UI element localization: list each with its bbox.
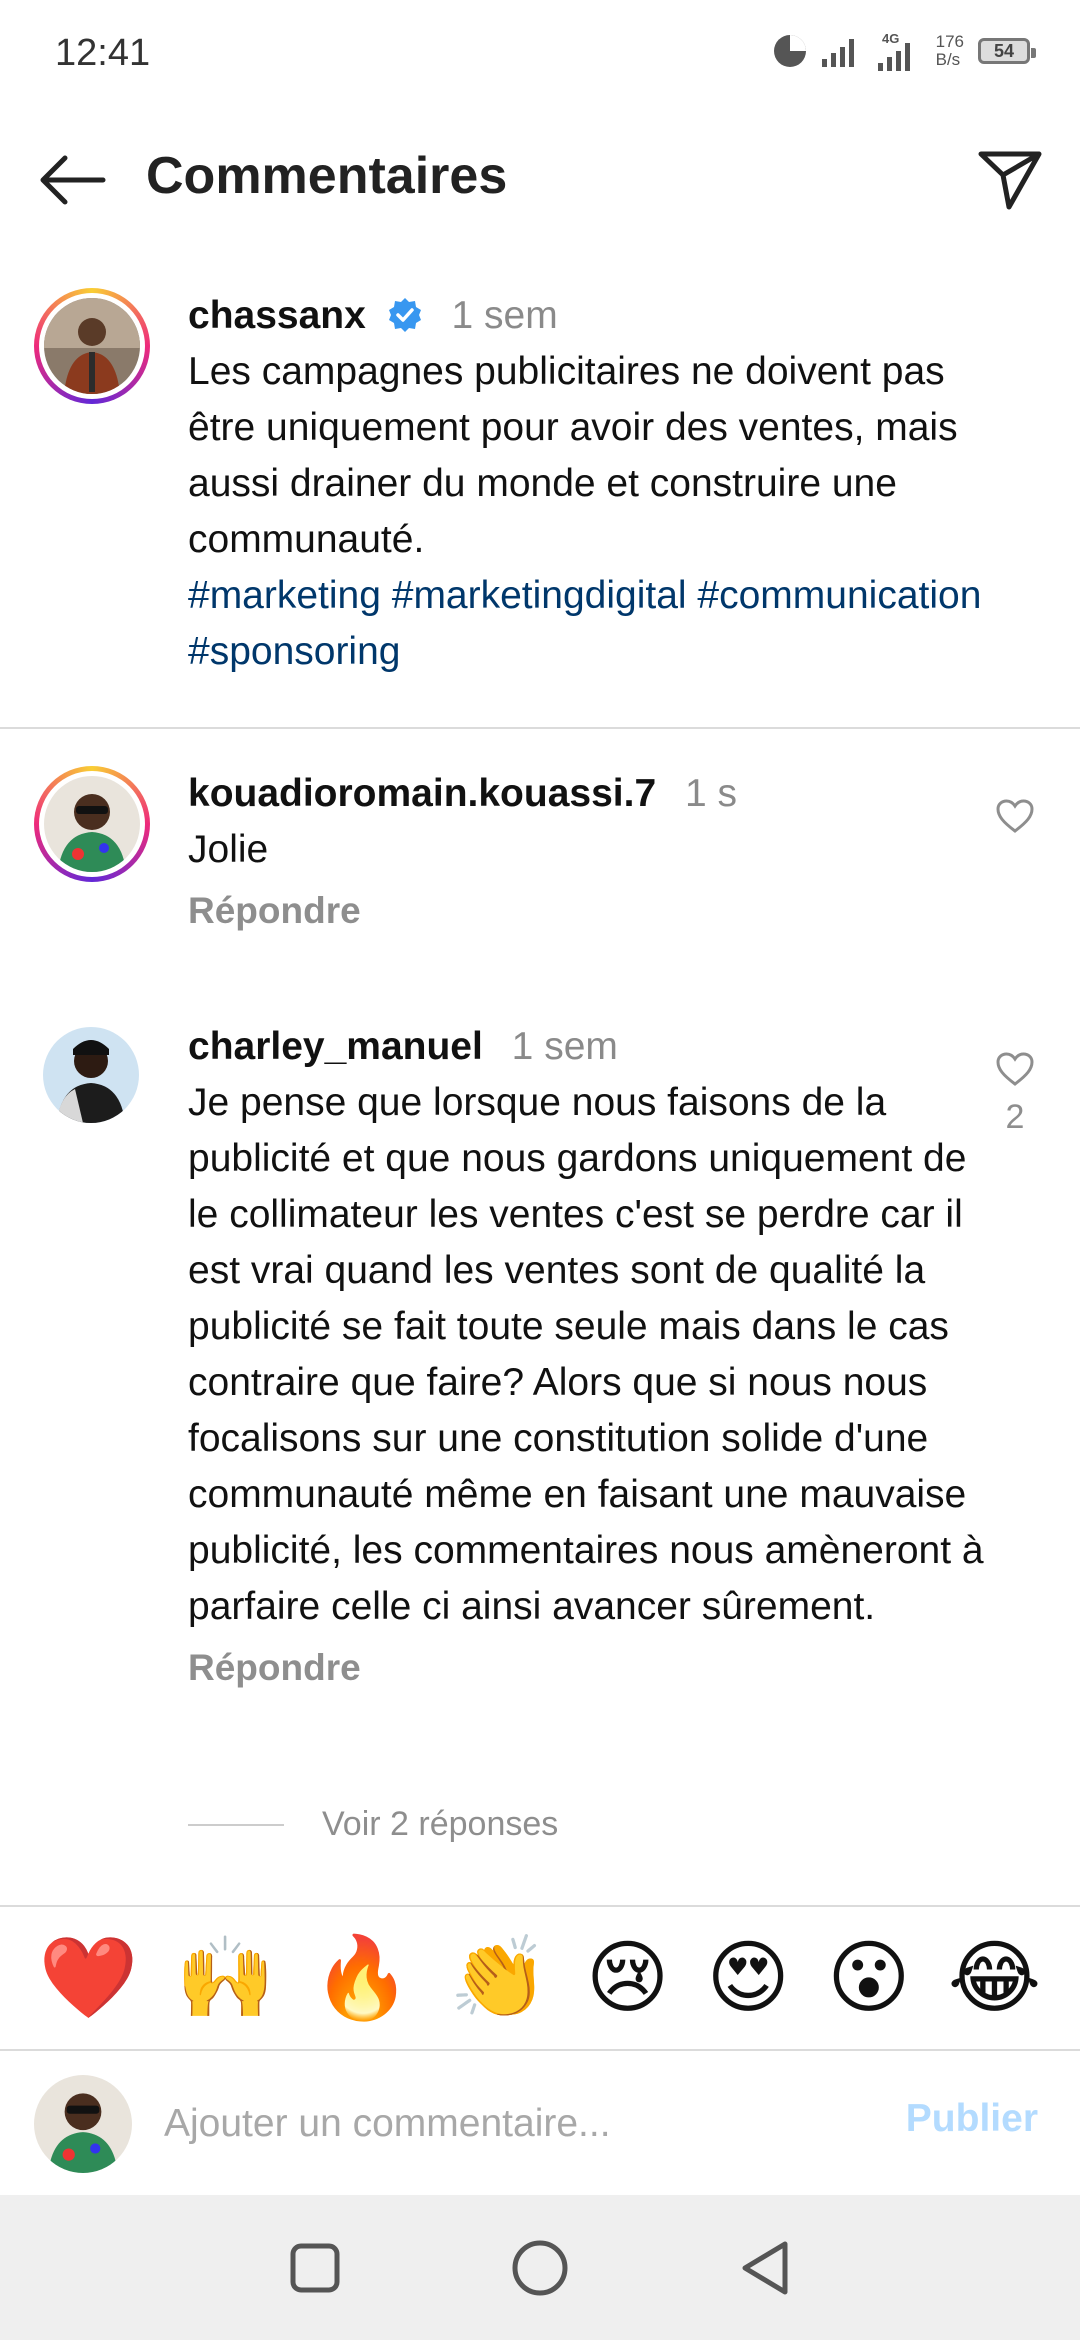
reply-button[interactable]: Répondre xyxy=(188,1647,990,1689)
heart-icon xyxy=(996,1052,1034,1086)
header: Commentaires xyxy=(0,120,1080,240)
signal-4g-icon: 4G xyxy=(877,31,910,71)
avatar xyxy=(44,298,140,394)
arrow-left-icon xyxy=(40,155,106,205)
emoji-heart[interactable]: ❤️ xyxy=(39,1933,139,2023)
data-usage-icon xyxy=(773,35,806,67)
system-nav-bar xyxy=(0,2195,1080,2340)
comment-username[interactable]: kouadioromain.kouassi.7 xyxy=(188,772,656,815)
like-count: 2 xyxy=(1005,1098,1025,1136)
caption-avatar-ring[interactable] xyxy=(34,288,150,404)
emoji-raised-hands[interactable]: 🙌 xyxy=(175,1933,275,2023)
caption-hashtags[interactable]: #marketing #marketingdigital #communicat… xyxy=(188,568,990,680)
emoji-clap[interactable]: 👏 xyxy=(449,1933,549,2023)
caption: chassanx 1 sem Les campagnes publicitair… xyxy=(0,288,1080,708)
back-button[interactable] xyxy=(32,140,112,220)
caption-text: Les campagnes publicitaires ne doivent p… xyxy=(188,350,958,561)
reply-button[interactable]: Répondre xyxy=(188,890,990,932)
avatar xyxy=(44,776,140,872)
comment-time: 1 sem xyxy=(511,1025,618,1068)
emoji-laughing[interactable]: 😂 xyxy=(948,1933,1041,2023)
replies-line xyxy=(188,1823,284,1826)
like-button[interactable] xyxy=(990,798,1040,839)
speed-unit: B/s xyxy=(935,50,961,69)
verified-badge-icon xyxy=(388,297,421,332)
signal-icon xyxy=(821,39,854,67)
speed-value: 176 xyxy=(935,32,964,51)
view-replies-button[interactable]: Voir 2 réponses xyxy=(188,1805,558,1844)
comment-input[interactable] xyxy=(164,2089,814,2159)
emoji-bar: ❤️ 🙌 🔥 👏 😢 😍 😮 😂 xyxy=(0,1905,1080,2051)
page-title: Commentaires xyxy=(146,147,508,205)
status-icons: 4G 176 B/s 54 xyxy=(772,26,1036,76)
network-label: 4G xyxy=(882,31,899,46)
caption-username[interactable]: chassanx xyxy=(188,294,366,337)
emoji-heart-eyes[interactable]: 😍 xyxy=(707,1933,790,2023)
back-nav-icon[interactable] xyxy=(739,2240,791,2296)
caption-time: 1 sem xyxy=(451,294,558,337)
divider xyxy=(0,727,1080,729)
emoji-surprised[interactable]: 😮 xyxy=(827,1933,910,2023)
battery-icon: 54 xyxy=(978,38,1036,64)
publish-button[interactable]: Publier xyxy=(906,2097,1038,2141)
network-speed: 176 B/s xyxy=(936,33,964,69)
comment-username[interactable]: charley_manuel xyxy=(188,1025,483,1068)
comment-text: Je pense que lorsque nous faisons de la … xyxy=(188,1081,984,1628)
comment-composer: Publier xyxy=(0,2053,1080,2195)
view-replies-label: Voir 2 réponses xyxy=(322,1805,559,1843)
emoji-fire[interactable]: 🔥 xyxy=(312,1933,412,2023)
list-item: kouadioromain.kouassi.7 1 s Jolie Répond… xyxy=(0,766,1080,956)
status-bar: 12:41 4G 176 B/s 54 xyxy=(0,0,1080,110)
heart-icon xyxy=(996,799,1034,833)
comment-time: 1 s xyxy=(684,772,738,815)
status-time: 12:41 xyxy=(55,32,151,74)
paper-plane-icon xyxy=(978,151,1042,210)
avatar xyxy=(34,2075,132,2173)
avatar[interactable] xyxy=(43,1027,139,1123)
home-icon[interactable] xyxy=(511,2239,569,2297)
recents-icon[interactable] xyxy=(289,2242,341,2294)
like-button[interactable]: 2 xyxy=(990,1051,1040,1137)
comment-avatar-ring[interactable] xyxy=(34,766,150,882)
share-button[interactable] xyxy=(970,140,1050,220)
battery-level: 54 xyxy=(993,40,1015,61)
comment-text: Jolie xyxy=(188,828,269,871)
list-item: charley_manuel 1 sem Je pense que lorsqu… xyxy=(0,1019,1080,1759)
emoji-crying[interactable]: 😢 xyxy=(586,1933,669,2023)
